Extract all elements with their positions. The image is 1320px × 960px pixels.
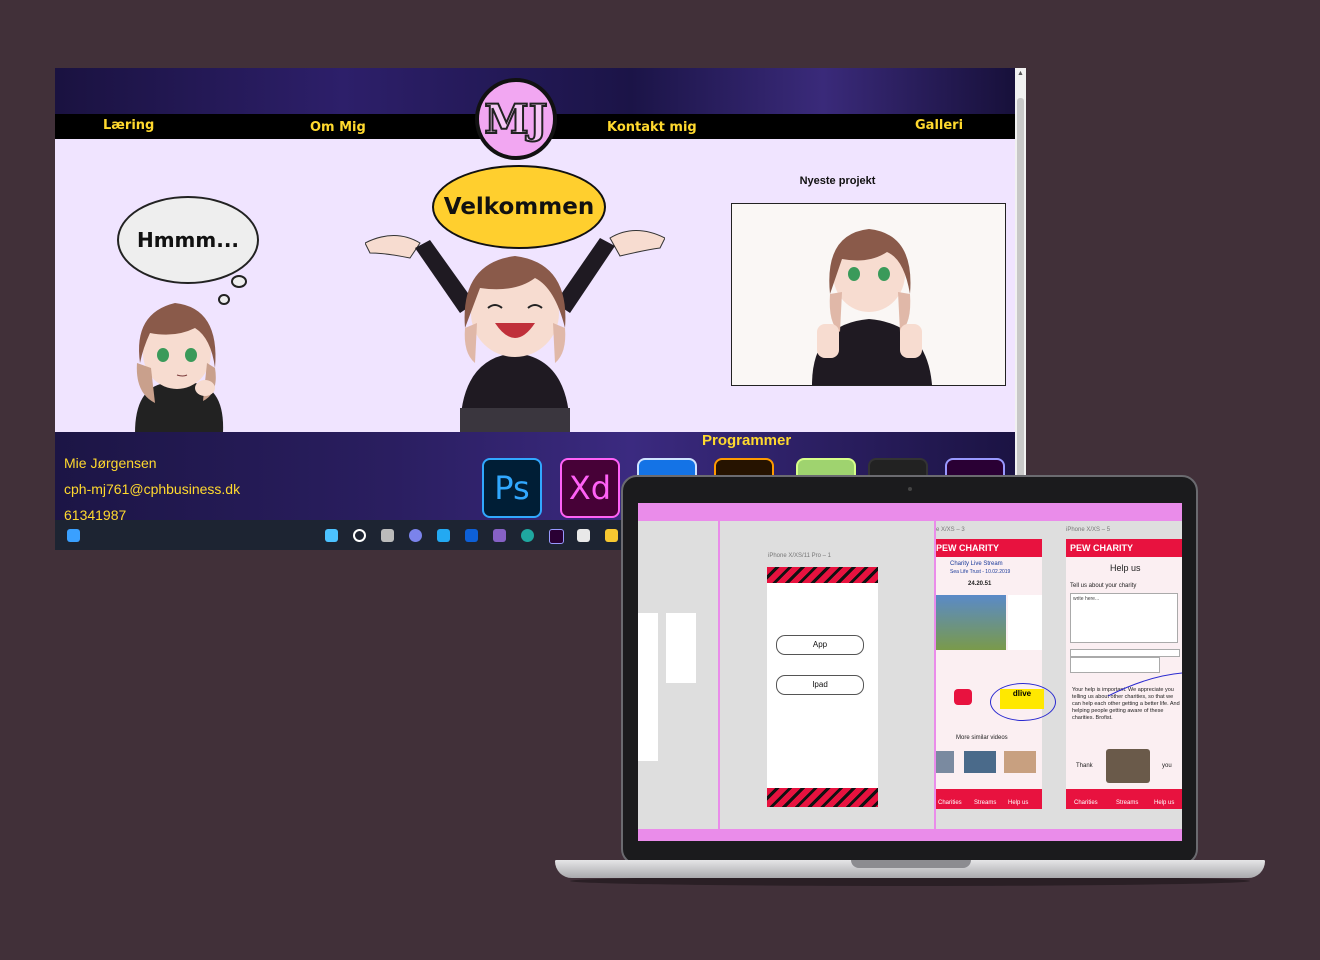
project-image[interactable] (731, 203, 1006, 386)
task-view-icon[interactable] (381, 529, 394, 542)
brofist-photo (1106, 749, 1150, 783)
bottom-nav: Charities Streams Help us (936, 789, 1042, 809)
thinking-character-illustration (135, 303, 224, 433)
programs-title: Programmer (702, 432, 792, 449)
charity-textarea[interactable]: write here... (1070, 593, 1178, 643)
nav-streams[interactable]: Streams (974, 800, 996, 807)
welcome-character-illustration (365, 230, 665, 433)
nav-help-us[interactable]: Help us (1154, 800, 1174, 807)
artboard-label: e X/XS – 3 (936, 527, 965, 533)
dlive-badge[interactable]: dlive (1000, 689, 1044, 709)
artboard-label: iPhone X/XS – 5 (1066, 527, 1111, 533)
artboard-label: iPhone X/XS/11 Pro – 1 (768, 553, 831, 559)
select-field[interactable] (1070, 649, 1180, 657)
app-button[interactable]: App (776, 635, 864, 655)
vscode-icon[interactable] (437, 529, 450, 542)
nav-laering[interactable]: Læring (103, 118, 154, 133)
nav-streams[interactable]: Streams (1116, 800, 1138, 807)
app-icon[interactable] (465, 529, 478, 542)
video-thumb[interactable] (936, 751, 954, 773)
laptop-camera (908, 487, 912, 491)
widgets-icon[interactable] (67, 529, 80, 542)
top-pink-bar (638, 503, 1182, 521)
ipad-button[interactable]: Ipad (776, 675, 864, 695)
brand-header: PEW CHARITY (936, 539, 1042, 557)
edge-icon[interactable] (521, 529, 534, 542)
python-icon[interactable] (605, 529, 618, 542)
website: Læring Om Mig Kontakt mig Galleri MJ Hmm… (55, 68, 1015, 523)
nav-kontakt-mig[interactable]: Kontakt mig (607, 120, 697, 135)
thought-dot (231, 275, 247, 288)
video-thumb[interactable] (964, 751, 996, 773)
windows-icon[interactable] (325, 529, 338, 542)
laptop-notch (851, 860, 971, 868)
header-pattern (767, 567, 878, 583)
scroll-up-icon[interactable]: ▲ (1017, 70, 1024, 77)
nav-galleri[interactable]: Galleri (915, 118, 963, 133)
project-character-illustration (812, 229, 932, 385)
logo-text: MJ (483, 95, 548, 144)
nav-charities[interactable]: Charities (938, 800, 962, 807)
you-text: you (1162, 763, 1172, 769)
artboard-mini (638, 613, 658, 761)
annotation-stroke (1108, 672, 1182, 697)
stream-timer: 24.20.51 (968, 581, 992, 587)
chat-panel (1008, 595, 1042, 650)
brand-header: PEW CHARITY (1066, 539, 1182, 557)
more-videos: More similar videos (956, 735, 1008, 741)
welcome-text: Velkommen (443, 194, 595, 220)
charity-logo (954, 689, 972, 705)
footer-pattern (767, 788, 878, 807)
contact-name: Mie Jørgensen (64, 455, 157, 471)
nav-charities[interactable]: Charities (1074, 800, 1098, 807)
visual-studio-icon[interactable] (493, 529, 506, 542)
logo[interactable]: MJ (475, 78, 557, 160)
scrollbar[interactable]: ▲ (1015, 68, 1026, 520)
bottom-pink-bar (638, 829, 1182, 841)
divider (718, 521, 720, 829)
laptop-screen: iPhone X/XS/11 Pro – 1 App Ipad e X/XS –… (638, 503, 1182, 841)
chat-icon[interactable] (409, 529, 422, 542)
contact-email[interactable]: cph-mj761@cphbusiness.dk (64, 481, 240, 497)
stream-title: Charity Live Stream (950, 561, 1003, 567)
scroll-thumb[interactable] (1017, 98, 1024, 518)
help-sub: Tell us about your charity (1070, 583, 1137, 589)
artboard-mini (666, 613, 696, 683)
nav-om-mig[interactable]: Om Mig (310, 120, 366, 135)
thought-text: Hmmm... (136, 228, 240, 252)
project-title: Nyeste projekt (799, 175, 876, 187)
nav-help-us[interactable]: Help us (1008, 800, 1028, 807)
stream-sub: Sea Life Trust - 10.02.2019 (950, 569, 1011, 575)
thank-text: Thank (1076, 763, 1093, 769)
thought-bubble: Hmmm... (117, 196, 259, 284)
bottom-nav: Charities Streams Help us (1066, 789, 1182, 809)
search-icon[interactable] (353, 529, 366, 542)
adobe-xd-icon: Xd (560, 458, 620, 518)
stream-video[interactable] (936, 595, 1006, 650)
photoshop-icon: Ps (482, 458, 542, 518)
store-icon[interactable] (577, 529, 590, 542)
help-title: Help us (1110, 563, 1141, 573)
premiere-icon[interactable] (549, 529, 564, 544)
video-thumb[interactable] (1004, 751, 1036, 773)
